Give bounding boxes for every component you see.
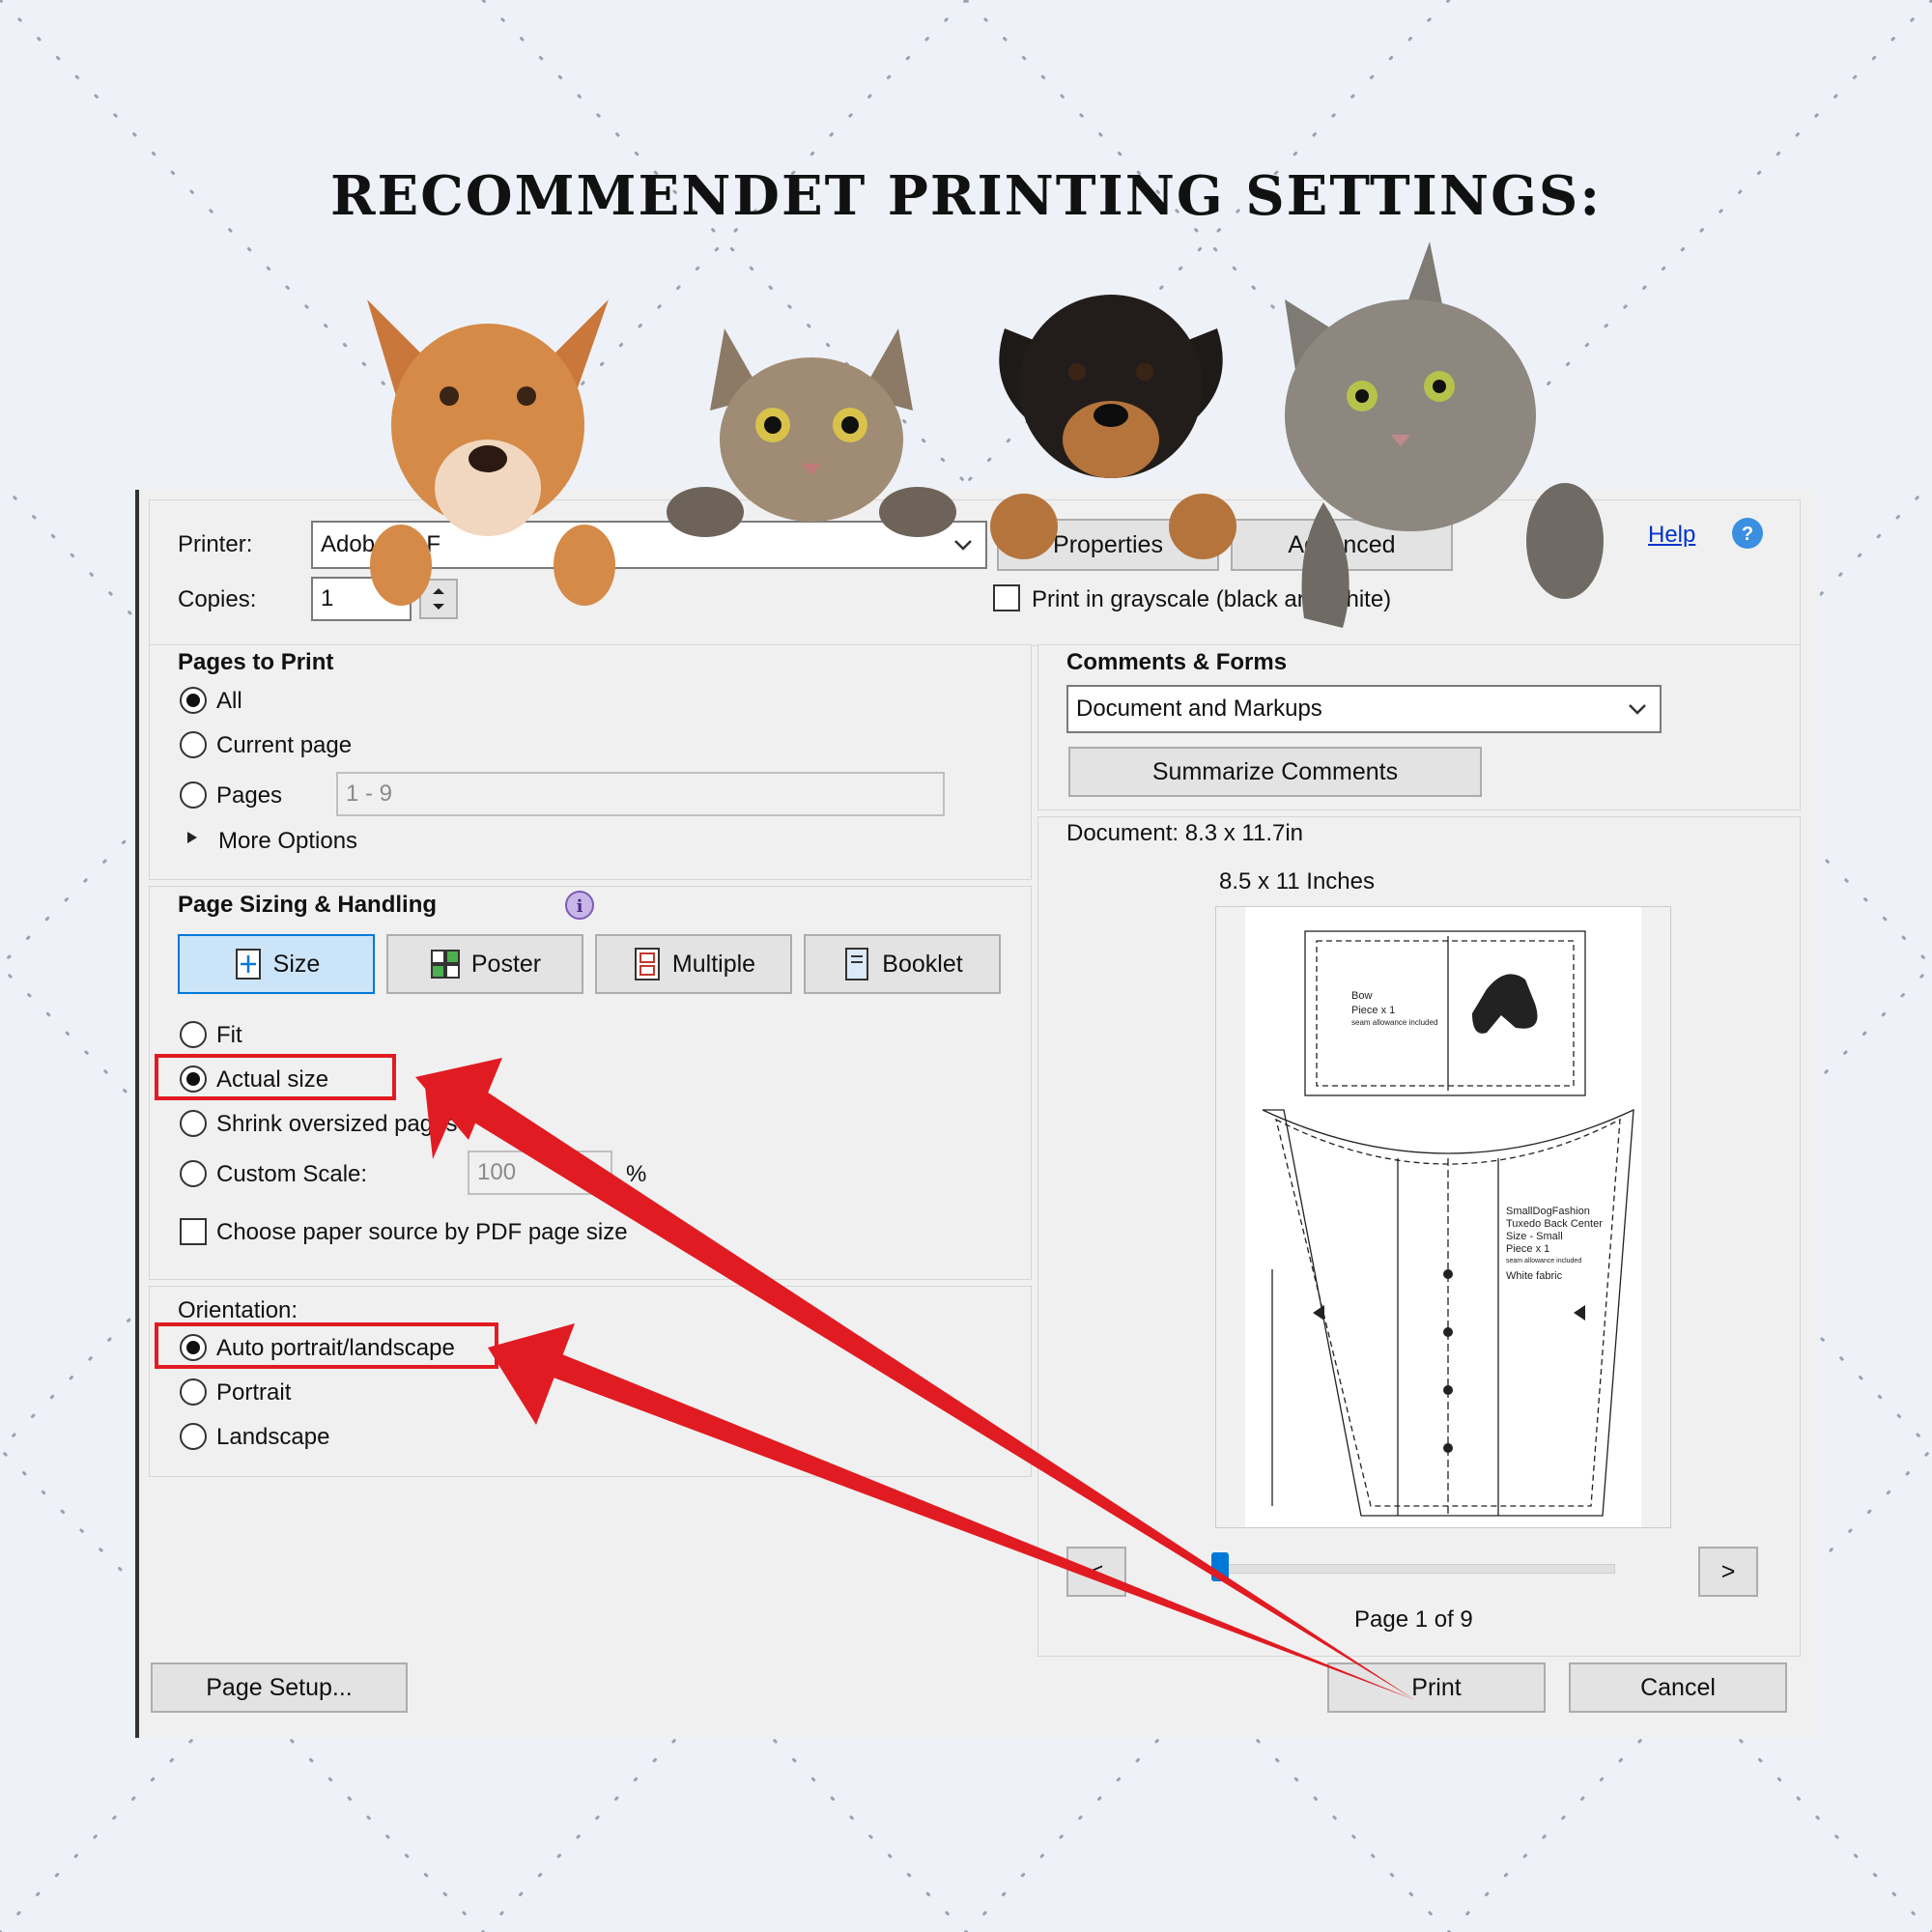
copies-label: Copies:: [178, 586, 257, 612]
svg-text:?: ?: [1742, 524, 1753, 545]
multiple-mode-button[interactable]: Multiple: [595, 934, 792, 994]
size-mode-button[interactable]: Size: [178, 934, 375, 994]
custom-scale-field[interactable]: 100: [468, 1151, 612, 1195]
radio-custom-scale-label: Custom Scale:: [216, 1161, 368, 1187]
orientation-title: Orientation:: [178, 1297, 298, 1323]
booklet-mode-button[interactable]: Booklet: [804, 934, 1001, 994]
size-mode-label: Size: [272, 950, 321, 978]
grayscale-checkbox[interactable]: [993, 584, 1020, 611]
poster-mode-button[interactable]: Poster: [386, 934, 583, 994]
printer-label: Printer:: [178, 531, 253, 557]
summarize-comments-button[interactable]: Summarize Comments: [1068, 747, 1482, 797]
page-status: Page 1 of 9: [1354, 1606, 1473, 1633]
bow-piece-label: Piece x 1: [1351, 1005, 1395, 1016]
paper-source-label: Choose paper source by PDF page size: [216, 1219, 628, 1245]
next-page-button[interactable]: >: [1698, 1547, 1758, 1597]
more-options-link[interactable]: More Options: [218, 828, 357, 855]
actual-size-highlight: [155, 1054, 396, 1100]
page-sizing-title: Page Sizing & Handling: [178, 892, 438, 918]
radio-all[interactable]: [180, 687, 207, 714]
print-preview-page: Bow Piece x 1 seam allowance included Sm…: [1215, 906, 1671, 1528]
paper-size: 8.5 x 11 Inches: [1219, 868, 1375, 895]
radio-custom-scale[interactable]: [180, 1160, 207, 1187]
poster-mode-label: Poster: [470, 950, 542, 978]
radio-portrait[interactable]: [180, 1378, 207, 1406]
radio-shrink-oversized[interactable]: [180, 1110, 207, 1137]
multiple-pages-icon: [632, 947, 663, 981]
comments-title: Comments & Forms: [1066, 649, 1288, 675]
poster-icon: [429, 948, 462, 980]
multiple-mode-label: Multiple: [671, 950, 756, 978]
piece2-line-3: Size - Small: [1506, 1231, 1563, 1242]
radio-fit[interactable]: [180, 1021, 207, 1048]
paper-source-checkbox[interactable]: [180, 1218, 207, 1245]
gray-cat-illustration: [1285, 242, 1604, 628]
tabby-cat-illustration: [667, 328, 956, 537]
chevron-down-icon[interactable]: [1625, 696, 1650, 722]
radio-current-page[interactable]: [180, 731, 207, 758]
print-button[interactable]: Print: [1327, 1662, 1546, 1713]
scale-unit: %: [626, 1161, 647, 1187]
help-link[interactable]: Help: [1648, 522, 1695, 549]
radio-shrink-oversized-label: Shrink oversized pages: [216, 1111, 458, 1137]
info-icon[interactable]: i: [564, 890, 595, 921]
booklet-icon: [841, 947, 872, 981]
piece2-line-5: seam allowance included: [1506, 1258, 1581, 1264]
comments-select[interactable]: Document and Markups: [1066, 685, 1662, 733]
radio-all-label: All: [216, 688, 242, 714]
pages-range-field[interactable]: 1 - 9: [336, 772, 945, 816]
piece2-line-1: SmallDogFashion: [1506, 1206, 1590, 1217]
svg-text:i: i: [577, 896, 583, 917]
page-heading: RECOMMENDET PRINTING SETTINGS:: [329, 164, 1603, 228]
piece2-line-6: White fabric: [1506, 1270, 1563, 1282]
booklet-mode-label: Booklet: [882, 950, 963, 978]
puppy-illustration: [990, 295, 1236, 559]
radio-portrait-label: Portrait: [216, 1379, 292, 1406]
auto-orientation-highlight: [155, 1322, 498, 1369]
comments-value: Document and Markups: [1076, 696, 1322, 722]
page-slider-track[interactable]: [1217, 1564, 1615, 1574]
document-size: Document: 8.3 x 11.7in: [1066, 820, 1304, 846]
radio-pages[interactable]: [180, 781, 207, 809]
sewing-pattern-drawing: Bow Piece x 1 seam allowance included Sm…: [1216, 907, 1670, 1527]
radio-fit-label: Fit: [216, 1022, 242, 1048]
pages-to-print-title: Pages to Print: [178, 649, 334, 675]
piece2-line-2: Tuxedo Back Center: [1506, 1218, 1603, 1230]
radio-current-page-label: Current page: [216, 732, 353, 758]
bow-note: seam allowance included: [1351, 1018, 1437, 1027]
bow-label: Bow: [1351, 990, 1372, 1002]
radio-pages-label: Pages: [216, 782, 283, 809]
cancel-button[interactable]: Cancel: [1569, 1662, 1787, 1713]
page-slider-thumb[interactable]: [1211, 1552, 1229, 1581]
dog-illustration: [367, 299, 615, 606]
page-setup-button[interactable]: Page Setup...: [151, 1662, 408, 1713]
prev-page-button[interactable]: <: [1066, 1547, 1126, 1597]
triangle-right-icon[interactable]: [185, 830, 199, 845]
radio-landscape-label: Landscape: [216, 1424, 330, 1450]
size-icon: [233, 948, 264, 980]
radio-landscape[interactable]: [180, 1423, 207, 1450]
help-icon[interactable]: ?: [1731, 517, 1764, 550]
piece2-line-4: Piece x 1: [1506, 1243, 1549, 1255]
